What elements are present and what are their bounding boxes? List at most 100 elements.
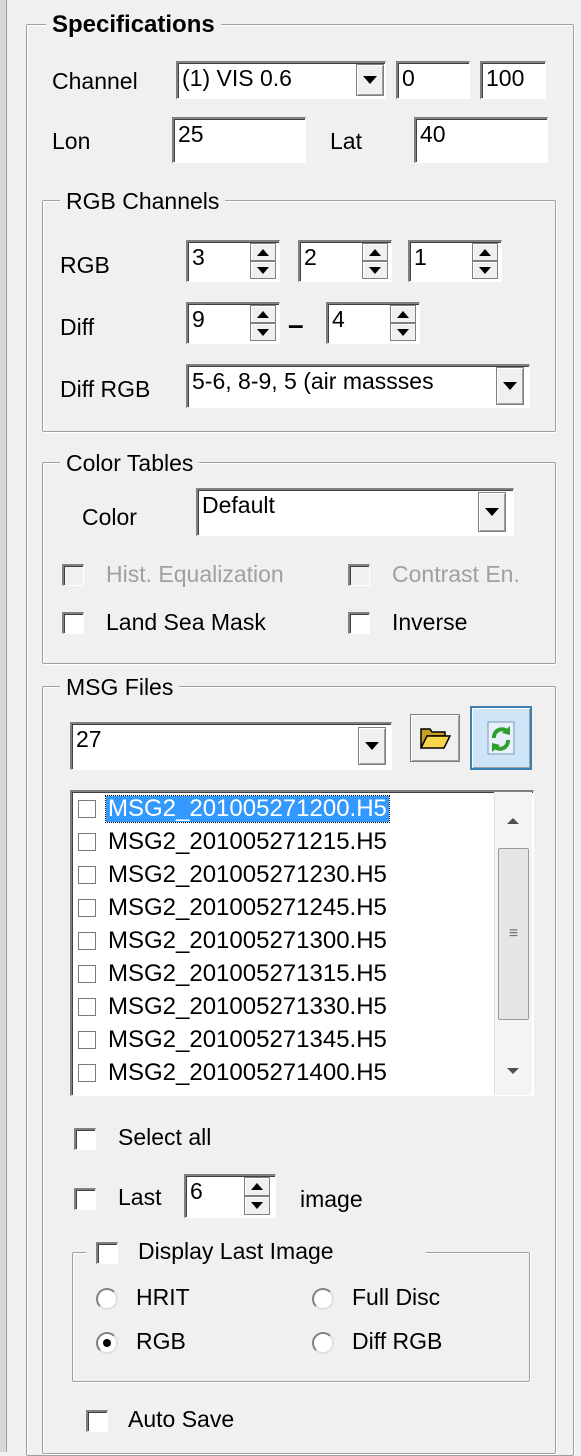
spin-down-icon[interactable] <box>250 323 276 341</box>
day-dropdown-button[interactable] <box>358 727 386 765</box>
color-select-value: Default <box>202 492 275 518</box>
rgb-radio[interactable] <box>96 1332 118 1354</box>
color-label: Color <box>82 504 137 530</box>
list-item-checkbox[interactable] <box>78 1031 96 1049</box>
spin-down-icon[interactable] <box>472 261 498 279</box>
last-label: Last <box>118 1184 162 1210</box>
list-item[interactable]: MSG2_201005271300.H5 <box>78 928 389 954</box>
rgb-g-spinner[interactable] <box>362 243 388 279</box>
color-select[interactable]: Default <box>196 488 514 536</box>
specifications-title: Specifications <box>46 12 221 38</box>
spin-down-icon[interactable] <box>244 1196 270 1215</box>
diff-rgb-label: Diff RGB <box>60 376 151 402</box>
hist-equalization-label: Hist. Equalization <box>106 561 284 587</box>
list-item[interactable]: MSG2_201005271230.H5 <box>78 862 389 888</box>
spin-up-icon[interactable] <box>250 243 276 261</box>
list-scrollbar[interactable]: ≡ <box>494 792 532 1095</box>
rgb-radio-label: RGB <box>136 1328 186 1354</box>
msg-file-list[interactable]: MSG2_201005271200.H5 MSG2_201005271215.H… <box>70 790 534 1096</box>
diff-separator: – <box>288 309 304 340</box>
spin-up-icon[interactable] <box>362 243 388 261</box>
scroll-up-icon[interactable] <box>507 818 519 824</box>
left-border <box>0 0 7 1452</box>
channel-select[interactable]: (1) VIS 0.6 <box>176 61 386 99</box>
list-item-checkbox[interactable] <box>78 998 96 1016</box>
list-item[interactable]: MSG2_201005271245.H5 <box>78 895 389 921</box>
chevron-down-icon <box>503 382 517 390</box>
rgb-b-spinner[interactable] <box>472 243 498 279</box>
chevron-down-icon <box>365 742 379 750</box>
diff-rgb-radio-label: Diff RGB <box>352 1328 443 1354</box>
display-last-image-checkbox[interactable] <box>96 1242 118 1264</box>
hist-equalization-checkbox[interactable] <box>62 564 84 586</box>
list-item-label: MSG2_201005271245.H5 <box>108 894 387 921</box>
scrollbar-thumb[interactable]: ≡ <box>498 848 529 1020</box>
spin-up-icon[interactable] <box>390 305 416 323</box>
spin-down-icon[interactable] <box>390 323 416 341</box>
last-checkbox[interactable] <box>74 1188 96 1210</box>
diff-b-spinner[interactable] <box>390 305 416 341</box>
list-item-checkbox[interactable] <box>78 800 96 818</box>
diff-label: Diff <box>60 314 95 340</box>
image-label: image <box>300 1186 363 1212</box>
auto-save-checkbox[interactable] <box>86 1410 108 1432</box>
spin-up-icon[interactable] <box>244 1177 270 1196</box>
list-item-checkbox[interactable] <box>78 932 96 950</box>
list-item[interactable]: MSG2_201005271315.H5 <box>78 961 389 987</box>
open-folder-button[interactable] <box>410 714 460 762</box>
list-item-checkbox[interactable] <box>78 866 96 884</box>
list-item-label: MSG2_201005271200.H5 <box>105 795 390 823</box>
lat-label: Lat <box>330 128 362 154</box>
last-count-spinner[interactable] <box>244 1177 270 1215</box>
color-tables-title: Color Tables <box>60 450 200 476</box>
lat-input[interactable]: 40 <box>414 117 548 163</box>
hrit-radio[interactable] <box>96 1288 118 1310</box>
inverse-checkbox[interactable] <box>348 612 370 634</box>
rgb-r-spinner[interactable] <box>250 243 276 279</box>
select-all-checkbox[interactable] <box>74 1128 96 1150</box>
diff-rgb-select[interactable]: 5-6, 8-9, 5 (air massses <box>186 364 530 408</box>
list-item-label: MSG2_201005271345.H5 <box>108 1026 387 1053</box>
list-item[interactable]: MSG2_201005271200.H5 <box>78 795 390 823</box>
list-item[interactable]: MSG2_201005271330.H5 <box>78 994 389 1020</box>
list-item[interactable]: MSG2_201005271400.H5 <box>78 1060 389 1086</box>
list-item[interactable]: MSG2_201005271345.H5 <box>78 1027 389 1053</box>
lon-input[interactable]: 25 <box>172 117 306 163</box>
refresh-button[interactable] <box>470 706 532 770</box>
rgb-label: RGB <box>60 252 110 278</box>
list-item-label: MSG2_201005271215.H5 <box>108 828 387 855</box>
list-item-checkbox[interactable] <box>78 899 96 917</box>
folder-open-icon <box>419 728 451 749</box>
list-item-label: MSG2_201005271330.H5 <box>108 993 387 1020</box>
day-select[interactable]: 27 <box>70 722 392 770</box>
rgb-channels-title: RGB Channels <box>60 188 226 214</box>
color-dropdown-button[interactable] <box>478 492 506 532</box>
list-item-checkbox[interactable] <box>78 833 96 851</box>
spin-down-icon[interactable] <box>362 261 388 279</box>
list-item-label: MSG2_201005271315.H5 <box>108 960 387 987</box>
diff-rgb-value: 5-6, 8-9, 5 (air massses <box>192 368 434 394</box>
list-item-checkbox[interactable] <box>78 1064 96 1082</box>
spin-up-icon[interactable] <box>250 305 276 323</box>
spin-up-icon[interactable] <box>472 243 498 261</box>
auto-save-label: Auto Save <box>128 1406 235 1432</box>
hrit-label: HRIT <box>136 1284 190 1310</box>
contrast-checkbox[interactable] <box>348 564 370 586</box>
contrast-label: Contrast En. <box>392 561 520 587</box>
diff-a-spinner[interactable] <box>250 305 276 341</box>
diff-rgb-dropdown-button[interactable] <box>496 367 524 405</box>
scroll-down-icon[interactable] <box>507 1068 519 1074</box>
display-last-image-label: Display Last Image <box>138 1238 334 1264</box>
range-max-input[interactable]: 100 <box>480 61 546 99</box>
list-item[interactable]: MSG2_201005271215.H5 <box>78 829 389 855</box>
land-sea-mask-checkbox[interactable] <box>62 612 84 634</box>
range-min-input[interactable]: 0 <box>396 61 470 99</box>
msg-files-title: MSG Files <box>60 674 180 700</box>
spin-down-icon[interactable] <box>250 261 276 279</box>
full-disc-radio[interactable] <box>312 1288 334 1310</box>
chevron-down-icon <box>363 76 377 84</box>
list-item-checkbox[interactable] <box>78 965 96 983</box>
diff-rgb-radio[interactable] <box>312 1332 334 1354</box>
inverse-label: Inverse <box>392 609 468 635</box>
channel-dropdown-button[interactable] <box>356 64 384 96</box>
